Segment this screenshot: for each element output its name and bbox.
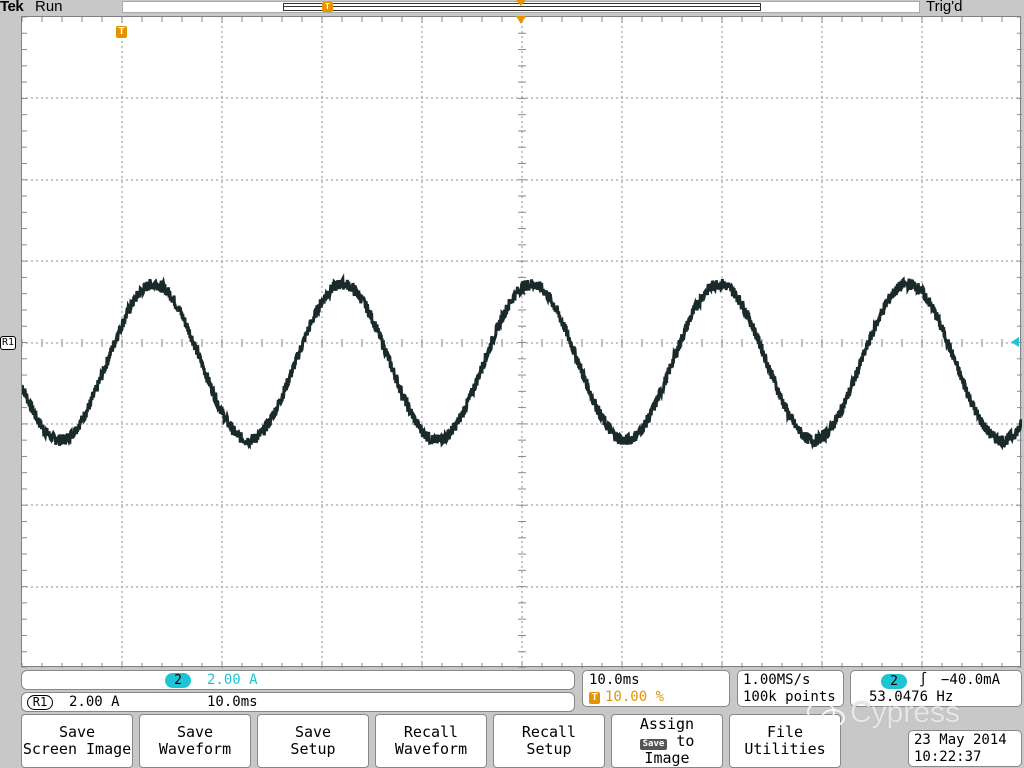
waveform-display[interactable] bbox=[21, 16, 1022, 668]
softkey-label: Setup bbox=[526, 740, 572, 758]
datetime-readout: 23 May 2014 10:22:37 bbox=[908, 730, 1022, 767]
channel-2-badge: 2 bbox=[165, 673, 191, 688]
channel-2-readout[interactable]: 2 2.00 A bbox=[21, 670, 575, 690]
trigger-source-badge: 2 bbox=[881, 674, 907, 689]
trigger-status: Trig'd bbox=[926, 0, 963, 15]
softkey-label: Screen Image bbox=[22, 740, 132, 758]
save-setup-button[interactable]: Save Setup bbox=[257, 714, 369, 768]
save-waveform-button[interactable]: Save Waveform bbox=[139, 714, 251, 768]
softkey-label: Waveform bbox=[394, 740, 468, 758]
channel-2-waveform bbox=[22, 273, 1022, 451]
softkey-label: Assign bbox=[639, 714, 695, 733]
trigger-level: −40.0mA bbox=[941, 672, 1001, 688]
ref-r1-scale: 2.00 A bbox=[69, 694, 120, 710]
softkey-label: Waveform bbox=[158, 740, 232, 758]
trigger-level-arrow-icon[interactable] bbox=[1011, 337, 1019, 347]
record-trigger-marker: T bbox=[322, 2, 333, 12]
softkey-label: File bbox=[766, 723, 804, 741]
softkey-label: Save to bbox=[639, 731, 695, 750]
ref-r1-badge: R1 bbox=[27, 695, 53, 710]
softkey-label: Recall bbox=[521, 723, 577, 741]
timebase-readout[interactable]: 10.0ms T 10.00 % bbox=[582, 670, 730, 707]
trigger-position-percent: 10.00 % bbox=[605, 689, 665, 705]
ref-r1-readout[interactable]: R1 2.00 A 10.0ms bbox=[21, 692, 575, 712]
brand-logo: Tek bbox=[0, 0, 24, 15]
run-status: Run bbox=[35, 0, 63, 15]
record-view-line bbox=[283, 6, 761, 7]
date: 23 May 2014 bbox=[914, 732, 1007, 748]
trigger-position-icon: T bbox=[589, 692, 600, 704]
record-center-arrow-icon bbox=[516, 0, 526, 6]
softkey-label: Recall bbox=[403, 723, 459, 741]
assign-save-button[interactable]: Assign Save to Image bbox=[611, 714, 723, 768]
channel-2-scale: 2.00 A bbox=[207, 672, 258, 688]
softkey-label: Save bbox=[294, 723, 332, 741]
softkey-label: Image bbox=[644, 748, 690, 767]
waveform-trace bbox=[22, 273, 1022, 451]
recall-setup-button[interactable]: Recall Setup bbox=[493, 714, 605, 768]
softkey-label: Save bbox=[58, 723, 96, 741]
softkey-label: to bbox=[676, 731, 695, 750]
ref-r1-timebase: 10.0ms bbox=[207, 694, 258, 710]
trigger-position-arrow-icon bbox=[516, 16, 526, 24]
wechat-icon bbox=[807, 701, 845, 727]
time-per-division: 10.0ms bbox=[589, 672, 640, 688]
sample-rate: 1.00MS/s bbox=[743, 672, 811, 688]
recall-waveform-button[interactable]: Recall Waveform bbox=[375, 714, 487, 768]
softkey-label: Setup bbox=[290, 740, 336, 758]
softkey-label: Utilities bbox=[744, 740, 826, 758]
save-screen-image-button[interactable]: Save Screen Image bbox=[21, 714, 133, 768]
trigger-position-marker[interactable]: T bbox=[116, 26, 127, 38]
ref-r1-marker[interactable]: R1 bbox=[0, 336, 17, 350]
softkey-label: Save bbox=[176, 723, 214, 741]
watermark: Cypress bbox=[850, 696, 961, 729]
time: 10:22:37 bbox=[914, 749, 982, 765]
trigger-slope-icon: ∫ bbox=[919, 672, 928, 688]
save-chip: Save bbox=[639, 738, 668, 750]
